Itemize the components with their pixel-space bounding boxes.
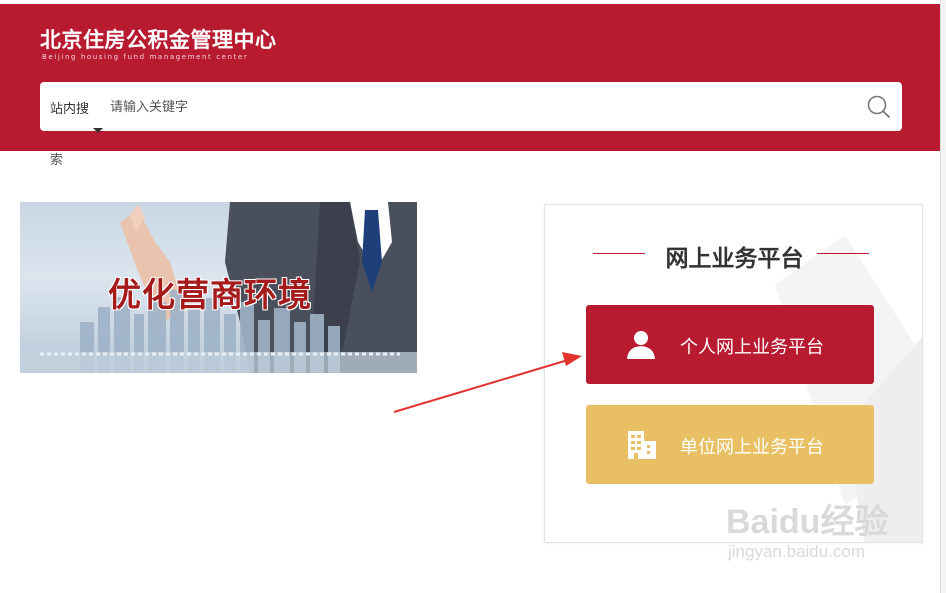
- title-divider-right: [817, 253, 869, 254]
- search-input[interactable]: [110, 92, 850, 122]
- search-icon[interactable]: [866, 94, 892, 120]
- search-scope-dropdown[interactable]: 站内搜: [50, 98, 89, 117]
- panel-title: 网上业务平台: [665, 246, 804, 272]
- page: 北京住房公积金管理中心 Beijing housing fund managem…: [0, 0, 946, 593]
- site-header: 北京住房公积金管理中心 Beijing housing fund managem…: [0, 4, 940, 151]
- chevron-down-icon[interactable]: [93, 128, 103, 133]
- banner-slogan: 优化营商环境: [108, 275, 312, 314]
- online-service-panel: 网上业务平台 个人网上业务平台 单位网上业务平台: [544, 204, 923, 543]
- company-platform-label: 单位网上业务平台: [680, 437, 824, 458]
- company-platform-button[interactable]: 单位网上业务平台: [586, 405, 874, 484]
- scrollbar-track[interactable]: [940, 0, 946, 593]
- personal-platform-button[interactable]: 个人网上业务平台: [586, 305, 874, 384]
- search-scope-overflow-text: 索: [50, 153, 64, 168]
- watermark-url: jingyan.baidu.com: [728, 542, 866, 561]
- building-icon: [628, 431, 656, 459]
- baidu-watermark: Baidu经验 jingyan.baidu.com: [726, 494, 926, 574]
- site-title[interactable]: 北京住房公积金管理中心: [40, 24, 277, 54]
- person-icon: [627, 331, 655, 359]
- personal-platform-label: 个人网上业务平台: [680, 337, 824, 358]
- site-subtitle: Beijing housing fund management center: [42, 53, 249, 61]
- promo-banner[interactable]: 优化营商环境: [20, 202, 417, 373]
- watermark-logo: Baidu经验: [726, 503, 889, 541]
- search-bar: 站内搜: [40, 82, 902, 133]
